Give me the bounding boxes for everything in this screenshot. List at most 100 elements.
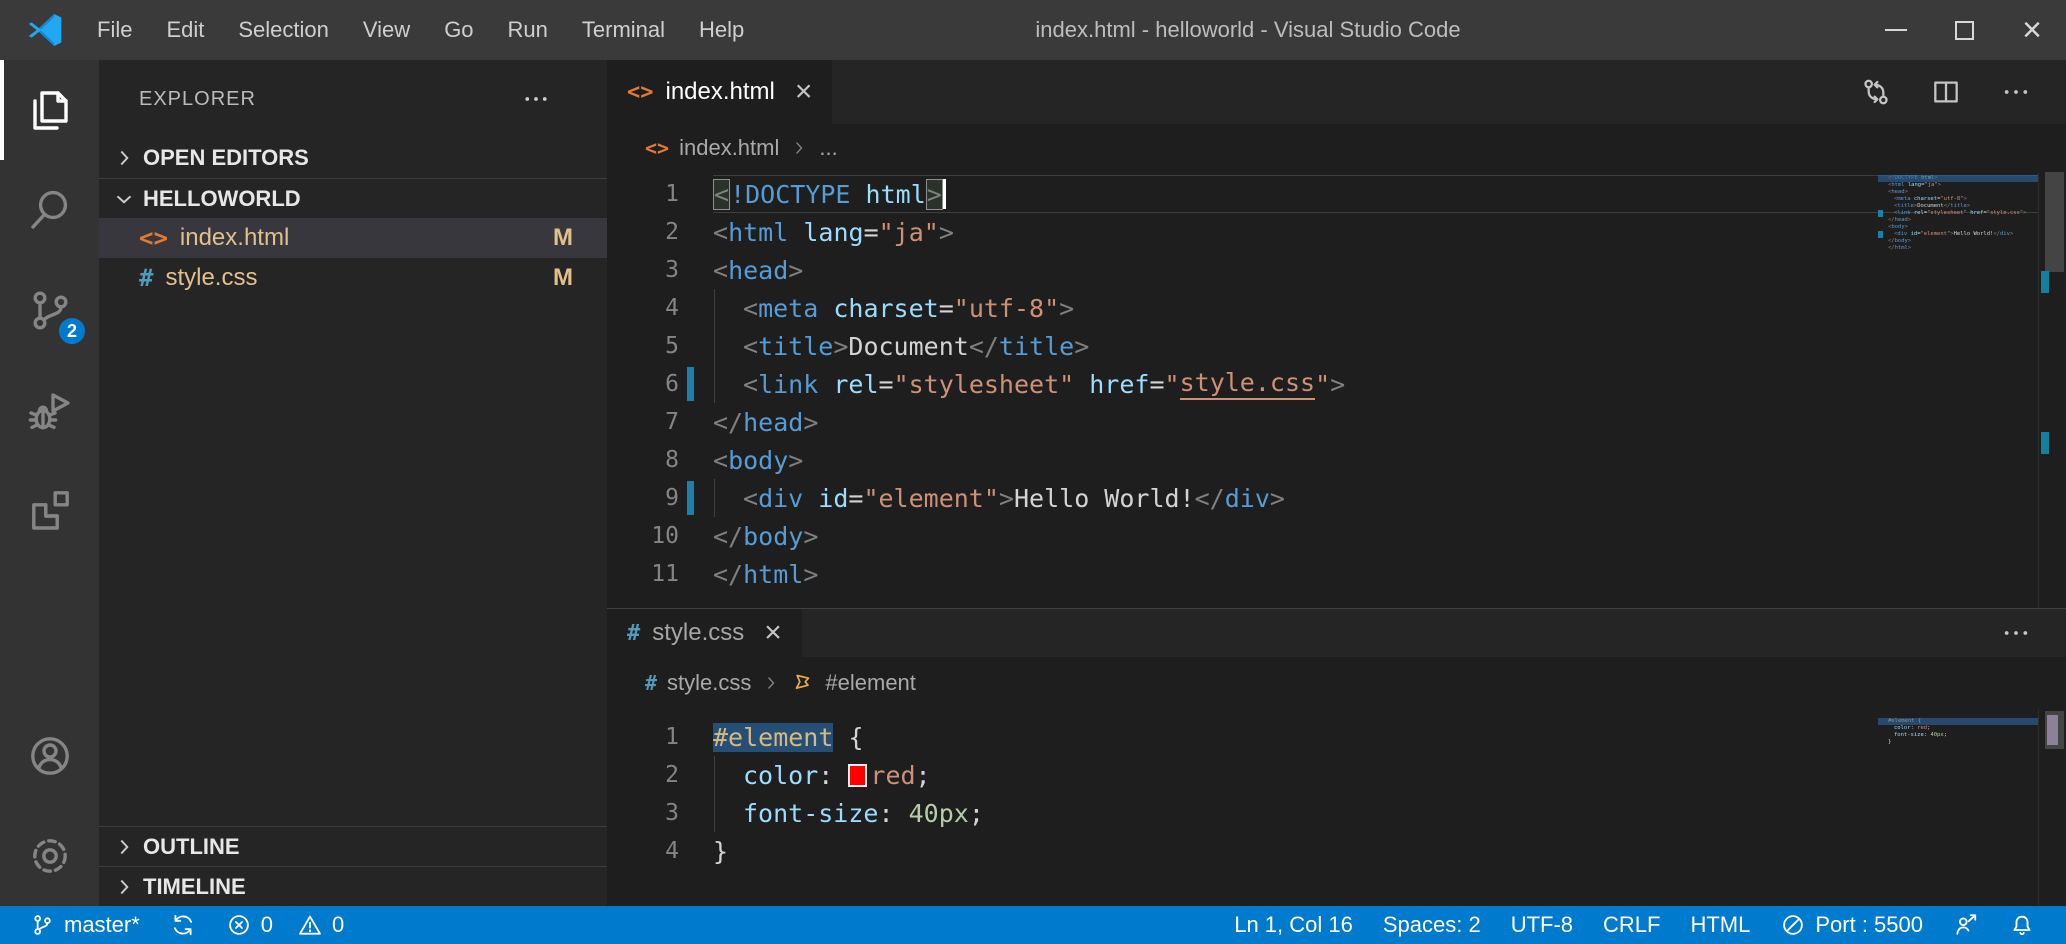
tab-close-button[interactable]: ×	[795, 77, 813, 107]
open-changes-button[interactable]	[1860, 76, 1892, 108]
scrollbar[interactable]	[2038, 172, 2066, 608]
code-editor[interactable]: 1<!DOCTYPE html>2<html lang="ja">3<head>…	[607, 175, 2038, 593]
section-outline[interactable]: OUTLINE	[99, 826, 607, 866]
status-indentation[interactable]: Spaces: 2	[1368, 906, 1496, 944]
menu-file[interactable]: File	[80, 0, 149, 60]
activity-settings[interactable]	[0, 806, 99, 906]
code-token: <	[713, 446, 728, 475]
code-token: red	[870, 761, 915, 790]
run-and-debug-icon	[26, 386, 74, 434]
minimap-line: <body>	[1878, 224, 2038, 231]
code-token: <	[743, 332, 758, 361]
minimize-button[interactable]	[1862, 0, 1930, 60]
code-token: charset	[833, 294, 938, 323]
activity-source-control[interactable]: 2	[0, 260, 99, 360]
line-number: 2	[607, 762, 679, 788]
code-editor[interactable]: 1#element {2color: red;3font-size: 40px;…	[607, 718, 2038, 870]
section-folder-helloworld[interactable]: HELLOWORLD	[99, 178, 607, 218]
activity-search[interactable]	[0, 160, 99, 260]
breadcrumb-item[interactable]: style.css	[667, 670, 751, 696]
activity-account[interactable]	[0, 706, 99, 806]
minimap-token: div	[1897, 231, 1907, 237]
section-label: OPEN EDITORS	[143, 145, 309, 171]
status-problems[interactable]: 00	[211, 906, 360, 944]
activity-run-and-debug[interactable]	[0, 360, 99, 460]
code-token	[818, 370, 833, 399]
feedback-icon	[1953, 912, 1979, 938]
code-token: #element	[713, 723, 833, 752]
code-token: >	[1270, 484, 1285, 513]
file-row-style.css[interactable]: #style.cssM	[99, 258, 607, 298]
maximize-button[interactable]	[1930, 0, 1998, 60]
status-live-server-port[interactable]: Port : 5500	[1765, 906, 1938, 944]
code-token: font-size	[743, 799, 878, 828]
scrollbar[interactable]	[2038, 709, 2066, 906]
status-sync[interactable]	[155, 906, 211, 944]
breadcrumb[interactable]: <>index.html...	[607, 124, 2066, 172]
minimap-line: color: red;	[1878, 725, 2038, 732]
menu-selection[interactable]: Selection	[221, 0, 346, 60]
tab-style.css[interactable]: #style.css×	[607, 609, 802, 657]
status-encoding[interactable]: UTF-8	[1496, 906, 1588, 944]
activity-bar: 2	[0, 60, 99, 906]
section-timeline[interactable]: TIMELINE	[99, 866, 607, 906]
minimap-token: ;	[1944, 732, 1947, 738]
status-notifications[interactable]	[1994, 906, 2050, 944]
menu-view[interactable]: View	[346, 0, 427, 60]
code-token: <	[713, 218, 728, 247]
minimap-token: html	[1891, 182, 1904, 188]
minimap[interactable]: #element {color: red;font-size: 40px;}	[1878, 718, 2038, 746]
overview-ruler-modified-mark	[2047, 715, 2058, 745]
status-language-mode[interactable]: HTML	[1675, 906, 1765, 944]
minimap-token: href	[1970, 210, 1983, 216]
breadcrumb-item[interactable]: index.html	[679, 135, 779, 161]
breadcrumb[interactable]: #style.css#element	[607, 657, 2066, 709]
code-line-content: <title>Document</title>	[713, 327, 2038, 365]
close-button[interactable]: ×	[1998, 0, 2066, 60]
activity-explorer[interactable]	[0, 60, 99, 160]
menu-run[interactable]: Run	[491, 0, 565, 60]
line-number: 7	[607, 409, 679, 435]
bell-icon	[2009, 912, 2035, 938]
split-editor-button[interactable]	[1930, 76, 1962, 108]
tab-close-button[interactable]: ×	[764, 618, 782, 648]
minimap-token: title	[1950, 203, 1967, 209]
settings-icon	[26, 832, 74, 880]
minimap-token: body	[1895, 238, 1908, 244]
editor-more-actions-button[interactable]	[2000, 617, 2032, 649]
code-token: style.css	[1180, 368, 1315, 400]
scrollbar-thumb[interactable]	[2045, 172, 2064, 272]
line-number: 9	[607, 485, 679, 511]
minimap-token: Hello World!	[1954, 231, 1994, 237]
color-swatch-red[interactable]	[848, 764, 867, 787]
minimap-line: </head>	[1878, 217, 2038, 224]
activity-extensions[interactable]	[0, 460, 99, 560]
minimap-token: "element"	[1921, 231, 1951, 237]
editor-more-actions-button[interactable]	[2000, 76, 2032, 108]
code-token: >	[1074, 332, 1089, 361]
status-git-branch[interactable]: master*	[14, 906, 155, 944]
breadcrumb-item[interactable]: ...	[819, 135, 837, 161]
code-line: 10</body>	[607, 517, 2038, 555]
status-eol[interactable]: CRLF	[1588, 906, 1675, 944]
menu-go[interactable]: Go	[427, 0, 490, 60]
gutter	[679, 794, 713, 832]
gutter	[679, 756, 713, 794]
menu-edit[interactable]: Edit	[149, 0, 221, 60]
file-row-index.html[interactable]: <>index.htmlM	[99, 218, 607, 258]
status-cursor-position[interactable]: Ln 1, Col 16	[1219, 906, 1368, 944]
minimap[interactable]: <!DOCTYPE html><html lang="ja"><head><me…	[1878, 175, 2038, 252]
status-feedback[interactable]	[1938, 906, 1994, 944]
code-line: 1#element {	[607, 718, 2038, 756]
gutter	[679, 479, 713, 517]
explorer-more-actions-button[interactable]	[521, 84, 551, 114]
menu-terminal[interactable]: Terminal	[565, 0, 682, 60]
section-open-editors[interactable]: OPEN EDITORS	[99, 138, 607, 178]
tab-index.html[interactable]: <>index.html×	[607, 60, 832, 124]
breadcrumb-item[interactable]: #element	[825, 670, 916, 696]
minimap-token: title	[1897, 203, 1914, 209]
source-control-badge: 2	[57, 316, 87, 346]
code-line-content: <meta charset="utf-8">	[713, 289, 2038, 327]
code-token: link	[758, 370, 818, 399]
code-token: div	[758, 484, 803, 513]
